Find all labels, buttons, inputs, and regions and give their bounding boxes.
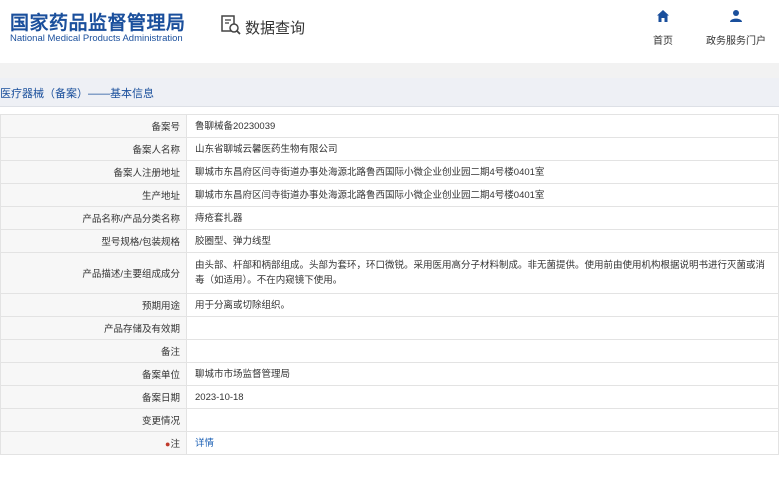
table-row: 备案人名称 山东省聊城云馨医药生物有限公司 xyxy=(0,137,779,161)
field-label: 生产地址 xyxy=(0,183,187,207)
table-row: 备案号 鲁聊械备20230039 xyxy=(0,114,779,138)
field-label: 备注 xyxy=(0,339,187,363)
field-label: 预期用途 xyxy=(0,293,187,317)
site-header: 国家药品监督管理局 National Medical Products Admi… xyxy=(0,0,779,63)
nav-gov-services[interactable]: 政务服务门户 xyxy=(706,9,766,47)
user-icon xyxy=(729,9,743,28)
field-label: 产品存储及有效期 xyxy=(0,316,187,340)
field-value xyxy=(186,339,779,363)
data-query-label: 数据查询 xyxy=(245,20,306,37)
table-row: 型号规格/包装规格 胶圈型、弹力线型 xyxy=(0,229,779,253)
table-row: 生产地址 聊城市东昌府区闫寺街道办事处海源北路鲁西国际小微企业创业园二期4号楼0… xyxy=(0,183,779,207)
field-label: 变更情况 xyxy=(0,408,187,432)
table-row: 预期用途 用于分离或切除组织。 xyxy=(0,293,779,317)
field-value: 聊城市东昌府区闫寺街道办事处海源北路鲁西国际小微企业创业园二期4号楼0401室 xyxy=(186,183,779,207)
field-label: 备案人注册地址 xyxy=(0,160,187,184)
field-value xyxy=(186,408,779,432)
section-title: 医疗器械（备案）——基本信息 xyxy=(0,88,154,100)
header-divider-band xyxy=(0,63,779,78)
field-label: 产品描述/主要组成成分 xyxy=(0,252,187,294)
field-value: 聊城市东昌府区闫寺街道办事处海源北路鲁西国际小微企业创业园二期4号楼0401室 xyxy=(186,160,779,184)
device-info-table: 备案号 鲁聊械备20230039 备案人名称 山东省聊城云馨医药生物有限公司 备… xyxy=(0,114,779,455)
section-header: 医疗器械（备案）——基本信息 xyxy=(0,78,779,107)
field-label: 产品名称/产品分类名称 xyxy=(0,206,187,230)
table-row: 备案日期 2023-10-18 xyxy=(0,385,779,409)
field-label: 备案日期 xyxy=(0,385,187,409)
field-value: 2023-10-18 xyxy=(186,385,779,409)
nav-home[interactable]: 首页 xyxy=(653,9,673,47)
field-value: 用于分离或切除组织。 xyxy=(186,293,779,317)
field-value: 胶圈型、弹力线型 xyxy=(186,229,779,253)
details-link[interactable]: 详情 xyxy=(195,438,214,449)
field-value: 聊城市市场监督管理局 xyxy=(186,362,779,386)
note-label-text: 注 xyxy=(170,439,180,450)
home-icon xyxy=(656,9,670,28)
field-label: 型号规格/包装规格 xyxy=(0,229,187,253)
field-value: 山东省聊城云馨医药生物有限公司 xyxy=(186,137,779,161)
field-label: 备案单位 xyxy=(0,362,187,386)
note-label: ●注 xyxy=(0,431,187,455)
nav-gov-services-label: 政务服务门户 xyxy=(706,36,766,47)
table-row: 产品描述/主要组成成分 由头部、杆部和柄部组成。头部为套环，环口微锐。采用医用高… xyxy=(0,252,779,294)
table-row: 备注 xyxy=(0,339,779,363)
field-value: 痔疮套扎器 xyxy=(186,206,779,230)
table-row-note: ●注 详情 xyxy=(0,431,779,455)
document-search-icon xyxy=(220,14,242,41)
field-value: 鲁聊械备20230039 xyxy=(186,114,779,138)
table-row: 变更情况 xyxy=(0,408,779,432)
field-value xyxy=(186,316,779,340)
nav-home-label: 首页 xyxy=(653,36,673,47)
field-label: 备案人名称 xyxy=(0,137,187,161)
data-query-title: 数据查询 xyxy=(220,14,305,41)
logo-title-cn[interactable]: 国家药品监督管理局 xyxy=(10,8,186,35)
field-label: 备案号 xyxy=(0,114,187,138)
note-value: 详情 xyxy=(186,431,779,455)
logo-title-en[interactable]: National Medical Products Administration xyxy=(10,33,183,44)
table-row: 产品名称/产品分类名称 痔疮套扎器 xyxy=(0,206,779,230)
table-row: 产品存储及有效期 xyxy=(0,316,779,340)
table-row: 备案人注册地址 聊城市东昌府区闫寺街道办事处海源北路鲁西国际小微企业创业园二期4… xyxy=(0,160,779,184)
field-value: 由头部、杆部和柄部组成。头部为套环，环口微锐。采用医用高分子材料制成。非无菌提供… xyxy=(186,252,779,294)
table-row: 备案单位 聊城市市场监督管理局 xyxy=(0,362,779,386)
